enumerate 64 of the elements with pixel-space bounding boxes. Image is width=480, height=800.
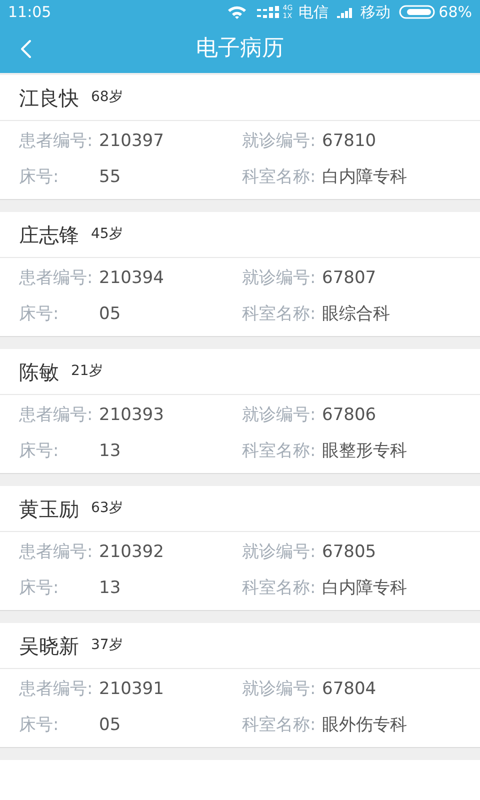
- patient-age: 68岁: [91, 88, 123, 107]
- record-card[interactable]: 陈敏 21岁 患者编号: 210393 就诊编号: 67806 床号: 13 科室名称: 眼整形专科: [0, 349, 480, 474]
- field-value: 210393: [99, 404, 164, 428]
- field-label: 床号:: [19, 577, 60, 600]
- signal-icon: [336, 6, 355, 18]
- signal-icon: [256, 6, 281, 18]
- patient-name: 陈敏: [19, 358, 59, 386]
- battery-percent: 68%: [438, 2, 472, 23]
- patient-name: 江良快: [19, 84, 79, 112]
- field-value: 67807: [322, 267, 376, 290]
- field-label: 科室名称:: [242, 303, 317, 326]
- field-value: 05: [99, 714, 121, 738]
- field-label: 床号:: [19, 440, 60, 464]
- carrier-name: 移动: [360, 2, 391, 23]
- field-value: 210397: [99, 130, 164, 154]
- patient-name: 吴晓新: [19, 632, 79, 660]
- patient-age: 63岁: [91, 499, 123, 518]
- field-label: 就诊编号:: [242, 130, 317, 154]
- field-label: 就诊编号:: [242, 541, 317, 564]
- record-card[interactable]: 黄玉励 63岁 患者编号: 210392 就诊编号: 67805 床号: 13 科室名称: 白内障专科: [0, 486, 480, 611]
- field-value: 210391: [99, 678, 164, 702]
- field-value: 眼整形专科: [322, 440, 407, 464]
- battery-icon: [398, 5, 435, 20]
- field-value: 67805: [322, 541, 376, 564]
- field-value: 210392: [99, 541, 164, 564]
- field-label: 科室名称:: [242, 714, 317, 738]
- status-time: 11:05: [8, 2, 52, 23]
- field-value: 13: [99, 577, 121, 600]
- field-value: 眼外伤专科: [322, 714, 407, 738]
- field-label: 患者编号:: [19, 678, 94, 702]
- field-label: 床号:: [19, 714, 60, 738]
- patient-age: 45岁: [91, 225, 123, 244]
- field-label: 患者编号:: [19, 541, 94, 564]
- field-value: 眼综合科: [322, 303, 390, 326]
- field-label: 床号:: [19, 166, 60, 190]
- field-label: 患者编号:: [19, 404, 94, 428]
- field-value: 05: [99, 303, 121, 326]
- field-label: 就诊编号:: [242, 678, 317, 702]
- field-label: 床号:: [19, 303, 60, 326]
- field-label: 科室名称:: [242, 577, 317, 600]
- patient-age: 21岁: [71, 362, 103, 381]
- field-value: 13: [99, 440, 121, 464]
- wifi-icon: [226, 5, 247, 20]
- patient-age: 37岁: [91, 636, 123, 655]
- field-value: 67810: [322, 130, 376, 154]
- record-card[interactable]: 吴晓新 37岁 患者编号: 210391 就诊编号: 67804 床号: 05 科室名称: 眼外伤专科: [0, 623, 480, 748]
- page-title: 电子病历: [196, 35, 284, 64]
- field-value: 白内障专科: [322, 166, 407, 190]
- field-value: 白内障专科: [322, 577, 407, 600]
- patient-name: 黄玉励: [19, 496, 79, 522]
- field-label: 患者编号:: [19, 267, 94, 290]
- field-label: 就诊编号:: [242, 404, 317, 428]
- field-label: 科室名称:: [242, 440, 317, 464]
- field-label: 患者编号:: [19, 130, 94, 154]
- field-value: 55: [99, 166, 121, 190]
- record-card[interactable]: 庄志锋 45岁 患者编号: 210394 就诊编号: 67807 床号: 05 科室名称: 眼综合科: [0, 212, 480, 337]
- field-label: 就诊编号:: [242, 267, 317, 290]
- field-value: 67804: [322, 678, 376, 702]
- field-label: 科室名称:: [242, 166, 317, 190]
- carrier-name: 电信: [298, 2, 329, 23]
- field-value: 67806: [322, 404, 376, 428]
- record-card[interactable]: 江良快 68岁 患者编号: 210397 就诊编号: 67810 床号: 55 科室名称: 白内障专科: [0, 75, 480, 200]
- field-value: 210394: [99, 267, 164, 290]
- patient-name: 庄志锋: [19, 222, 79, 248]
